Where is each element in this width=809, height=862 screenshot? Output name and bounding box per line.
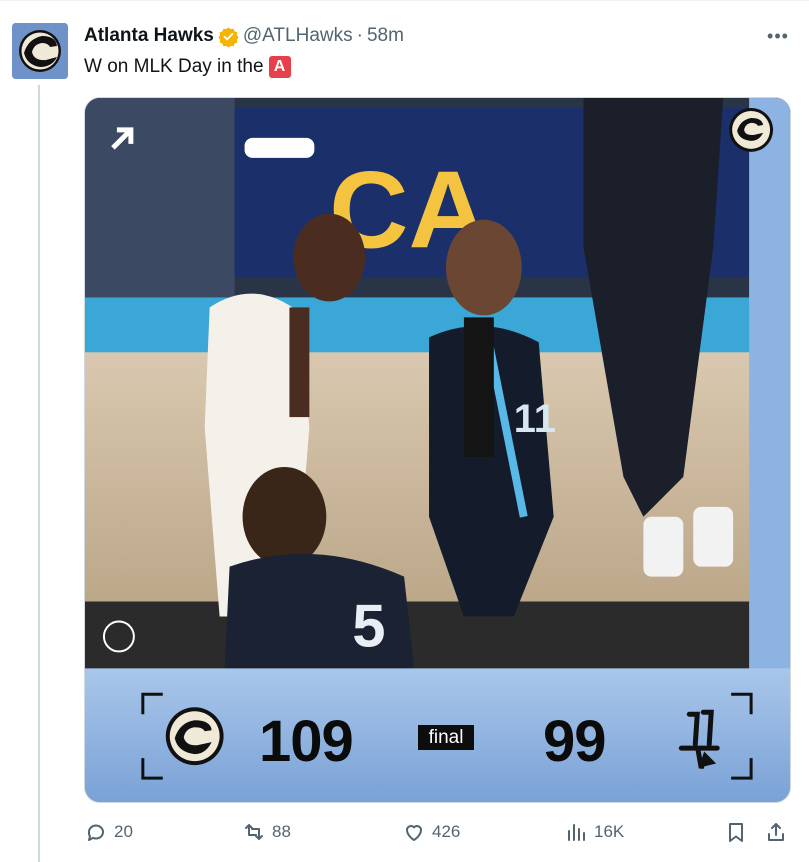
tweet-text-body: W on MLK Day in the: [84, 56, 264, 77]
bookmark-button[interactable]: [724, 820, 748, 844]
bookmark-icon: [729, 823, 743, 842]
verified-badge-icon[interactable]: [218, 26, 239, 47]
reply-icon: [87, 824, 104, 841]
timestamp[interactable]: 58m: [367, 25, 404, 47]
home-score: 109: [259, 709, 354, 774]
like-icon: [406, 825, 422, 841]
svg-text:5: 5: [352, 592, 385, 659]
avatar[interactable]: [12, 23, 68, 79]
thread-line: [38, 85, 40, 862]
final-badge: final: [418, 725, 474, 750]
like-button[interactable]: 426: [402, 820, 460, 844]
author-handle[interactable]: @ATLHawks: [243, 25, 353, 47]
views-icon: [568, 824, 585, 841]
tweet[interactable]: Atlanta Hawks @ATLHawks · 58m ••• W on M…: [0, 0, 809, 862]
repost-count: 88: [272, 822, 291, 841]
away-score: 99: [543, 709, 607, 774]
game-photo: CA 11 5: [85, 98, 790, 802]
reply-count: 20: [114, 822, 133, 841]
tweet-header: Atlanta Hawks @ATLHawks · 58m: [84, 24, 404, 48]
red-a-badge: A: [268, 56, 291, 78]
author-name[interactable]: Atlanta Hawks: [84, 25, 214, 47]
views-button[interactable]: 16K: [564, 820, 624, 844]
repost-button[interactable]: 88: [242, 820, 291, 844]
svg-text:11: 11: [514, 397, 556, 441]
tweet-media[interactable]: CA 11 5 109 final 99: [84, 97, 791, 803]
hawks-logo-icon: [12, 23, 68, 79]
share-icon: [768, 823, 784, 841]
action-bar: 20 88 426 16K: [84, 818, 791, 850]
share-button[interactable]: [764, 820, 788, 844]
tweet-text: W on MLK Day in the A: [84, 54, 291, 80]
header-separator: ·: [356, 25, 363, 46]
repost-icon: [245, 824, 263, 840]
more-icon[interactable]: •••: [765, 26, 791, 46]
views-count: 16K: [594, 822, 625, 841]
reply-button[interactable]: 20: [84, 820, 133, 844]
like-count: 426: [432, 822, 461, 841]
